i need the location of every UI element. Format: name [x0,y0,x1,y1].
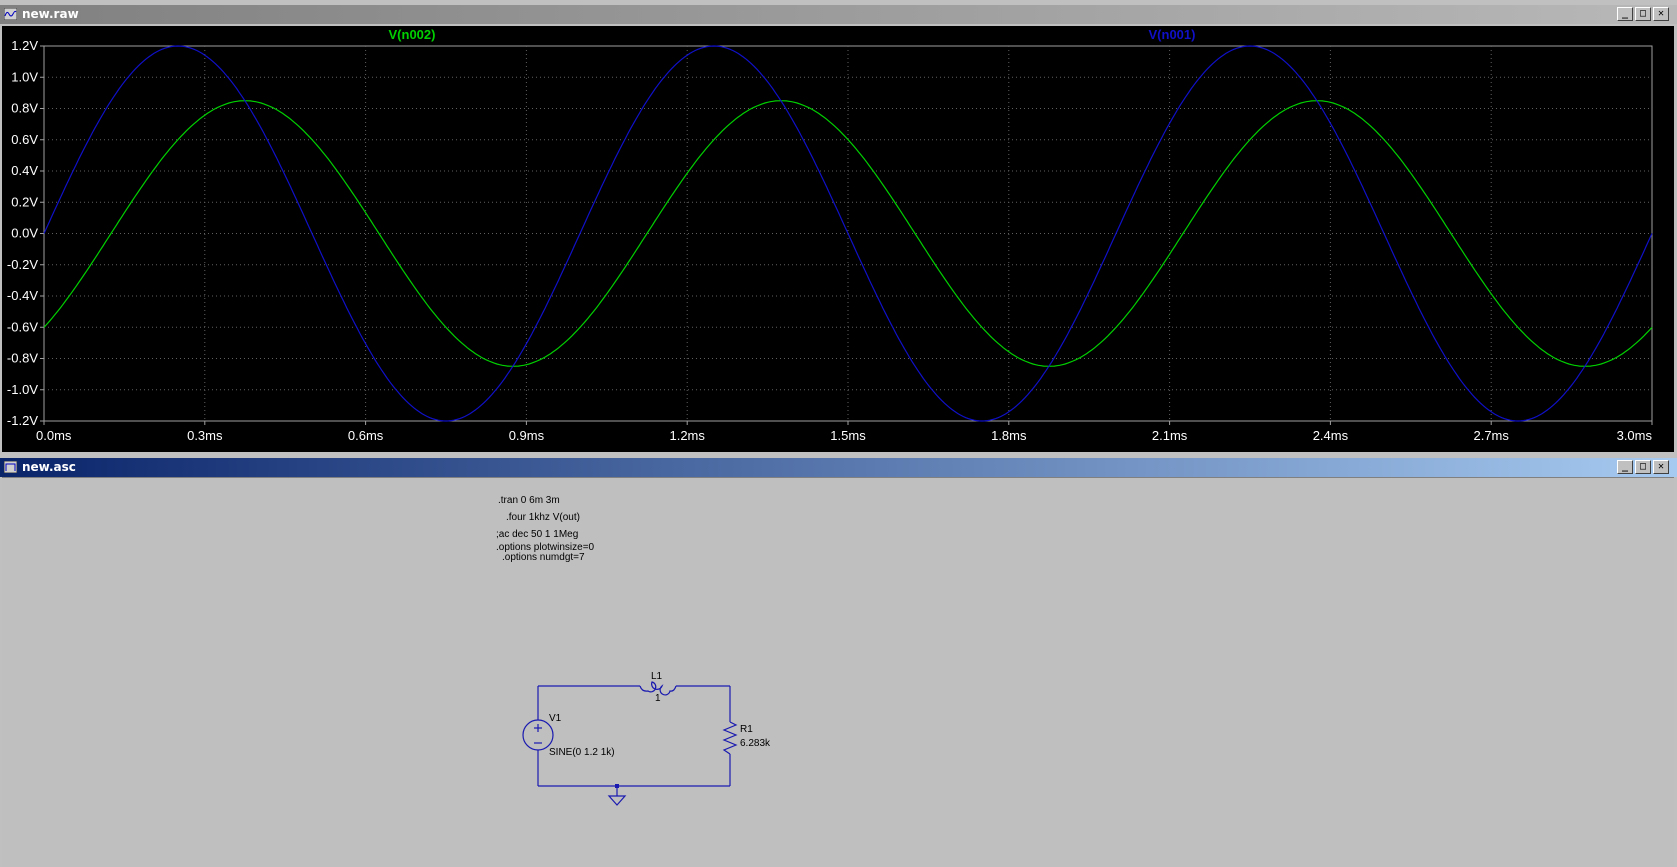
close-button[interactable]: ✕ [1653,460,1669,474]
y-tick-label: 0.0V [11,226,38,241]
l1-name[interactable]: L1 [651,671,662,682]
waveform-plot[interactable]: 1.2V 1.0V 0.8V 0.6V 0.4V 0.2V 0.0V -0.2V -0.4V -0… [2,26,1674,452]
r1-value[interactable]: 6.283k [740,738,770,749]
x-tick-label: 2.7ms [1473,428,1509,443]
x-tick-label: 0.3ms [187,428,223,443]
waveform-window: new.raw _ □ ✕ 1.2V 1.0V 0.8V 0.6V 0.4V 0.2V 0.… [0,0,1677,452]
schematic-window: new.asc _ □ ✕ .tran 0 6m 3m .four 1khz V… [0,456,1677,867]
close-button[interactable]: ✕ [1653,7,1669,21]
y-tick-label: -0.2V [7,257,38,272]
y-tick-label: -1.2V [7,413,38,428]
x-tick-label: 0.9ms [509,428,545,443]
trace-label[interactable]: V(n002) [389,27,436,42]
minimize-button[interactable]: _ [1617,7,1633,21]
restore-button[interactable]: □ [1635,7,1651,21]
y-tick-label: -0.8V [7,351,38,366]
resistor-r1-symbol [722,721,738,755]
schematic-titlebar[interactable]: new.asc _ □ ✕ [0,458,1677,477]
ground-node [615,784,619,788]
waveform-titlebar[interactable]: new.raw _ □ ✕ [0,5,1677,24]
y-tick-label: -1.0V [7,382,38,397]
y-tick-label: 0.2V [11,194,38,209]
v1-name[interactable]: V1 [549,713,561,724]
l1-value[interactable]: 1 [655,693,661,704]
waveform-app-icon [4,8,17,20]
schematic-window-title: new.asc [22,460,76,474]
x-tick-label: 2.4ms [1313,428,1349,443]
schematic-canvas[interactable]: .tran 0 6m 3m .four 1khz V(out) ;ac dec … [2,477,1674,867]
y-tick-label: 0.4V [11,163,38,178]
y-tick-label: 1.2V [11,38,38,53]
circuit-diagram [522,681,738,806]
x-tick-label: 1.2ms [669,428,705,443]
schematic-app-icon [4,461,17,473]
x-tick-label: 0.6ms [348,428,384,443]
y-tick-label: -0.6V [7,319,38,334]
minimize-button[interactable]: _ [1617,460,1633,474]
v1-value[interactable]: SINE(0 1.2 1k) [549,747,615,758]
restore-button[interactable]: □ [1635,460,1651,474]
x-tick-label: 2.1ms [1152,428,1188,443]
x-tick-label: 3.0ms [1617,428,1653,443]
y-tick-label: 0.6V [11,132,38,147]
waveform-plot-area[interactable]: 1.2V 1.0V 0.8V 0.6V 0.4V 0.2V 0.0V -0.2V -0.4V -0… [2,26,1674,452]
trace-label[interactable]: V(n001) [1149,27,1196,42]
x-tick-label: 1.5ms [830,428,866,443]
y-tick-label: 1.0V [11,69,38,84]
x-tick-label: 0.0ms [36,428,72,443]
x-tick-label: 1.8ms [991,428,1027,443]
y-tick-label: 0.8V [11,101,38,116]
waveform-window-title: new.raw [22,7,79,21]
y-tick-label: -0.4V [7,288,38,303]
r1-name[interactable]: R1 [740,724,753,735]
ground-symbol [607,795,627,806]
